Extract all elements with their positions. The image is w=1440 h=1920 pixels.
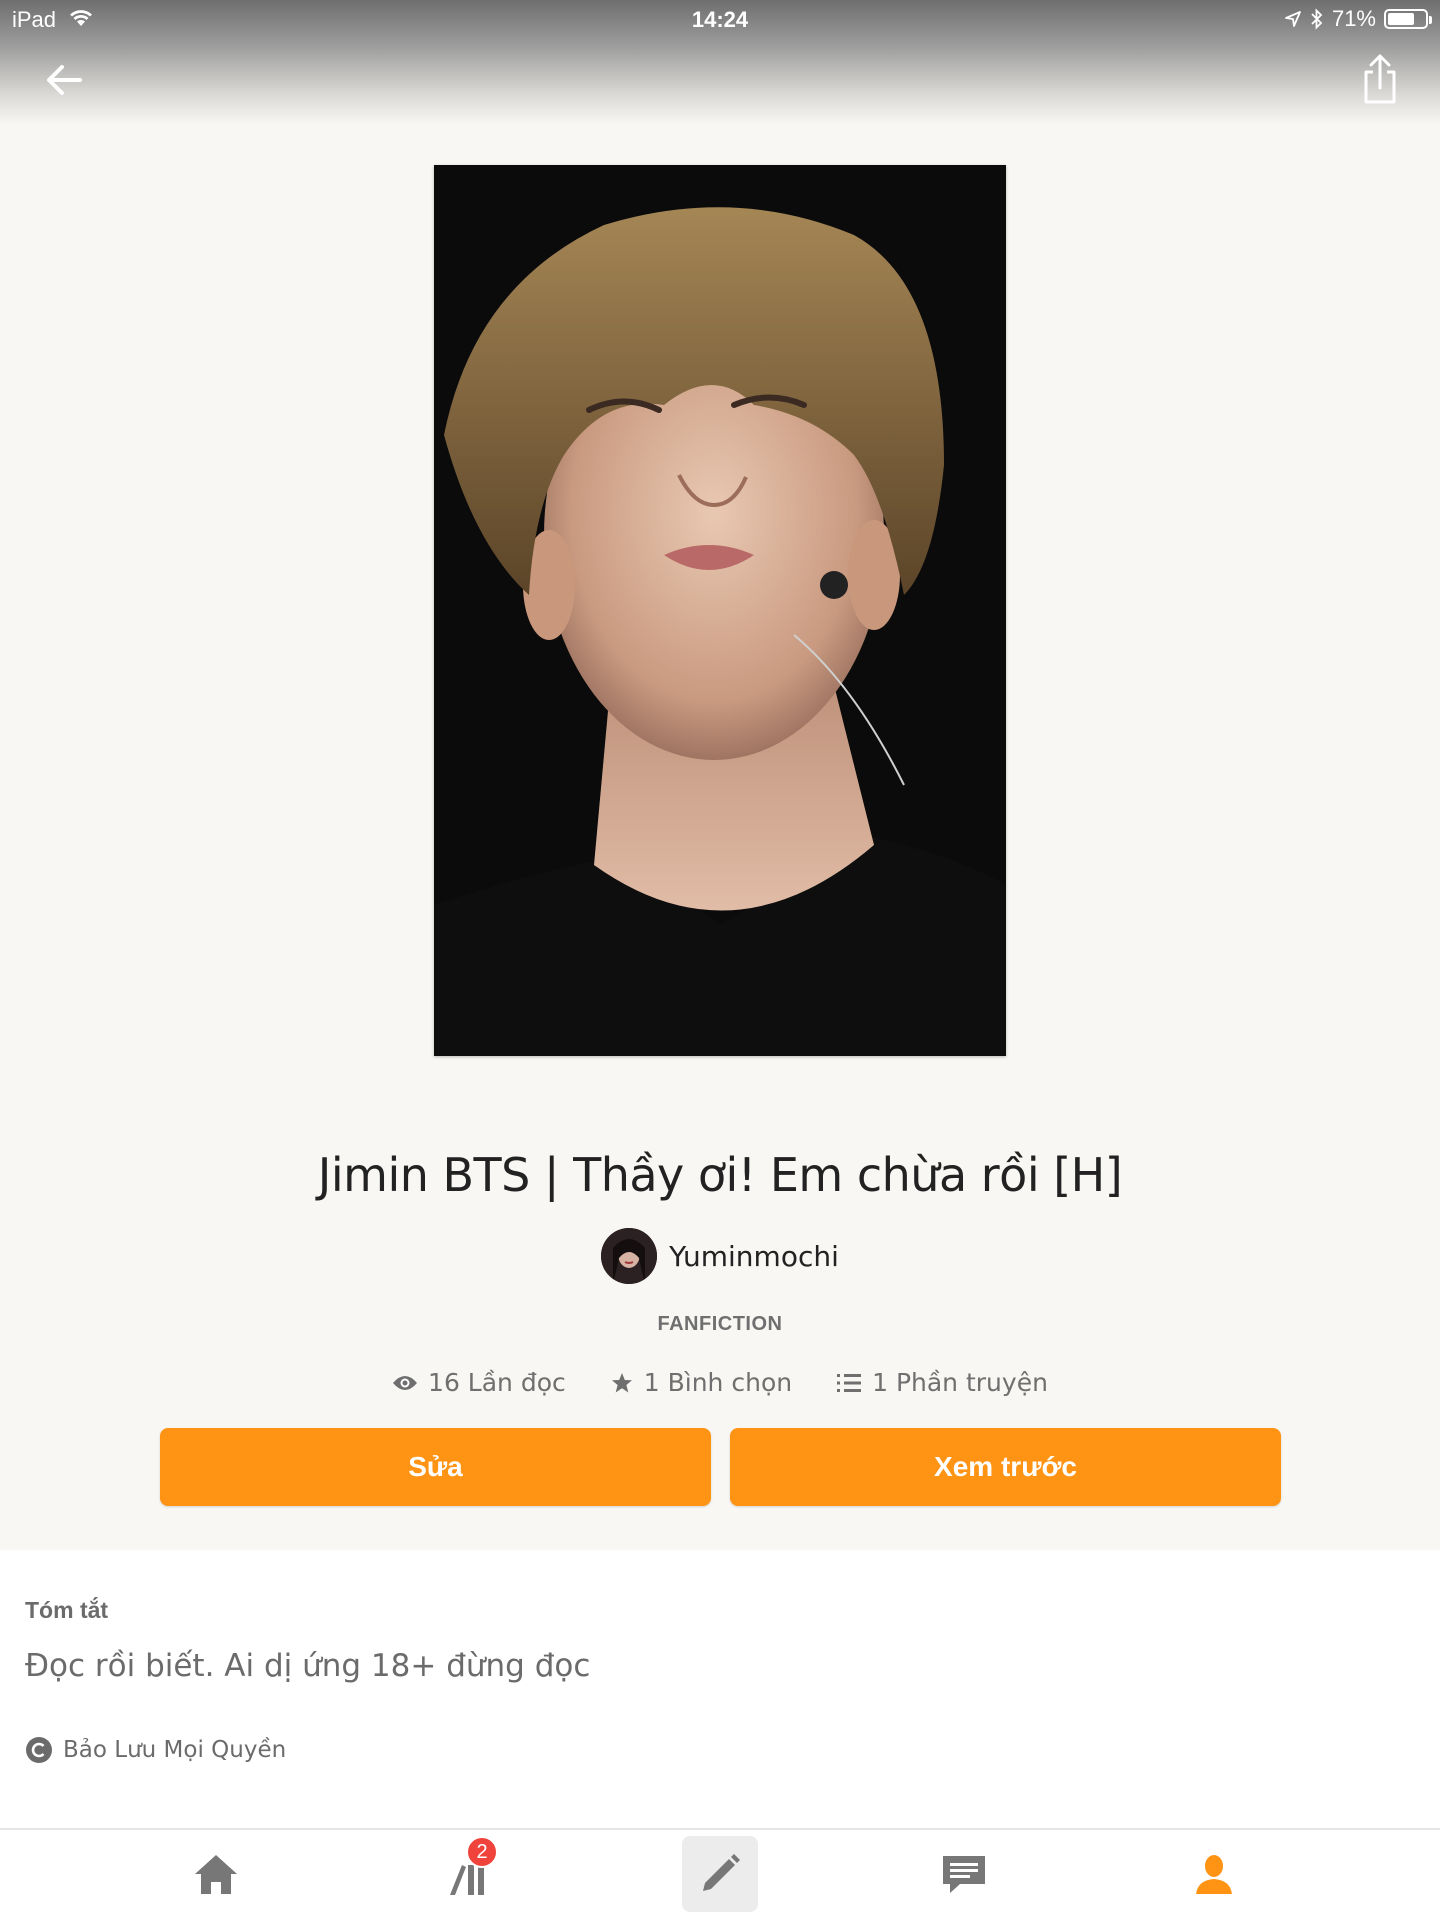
back-arrow-icon[interactable] [40, 55, 90, 105]
author-row[interactable]: Yuminmochi [0, 1228, 1440, 1284]
copyright-label: Bảo Lưu Mọi Quyền [63, 1737, 287, 1763]
cover-portrait [434, 165, 1006, 1056]
list-icon [837, 1373, 862, 1392]
parts-stat: 1 Phần truyện [836, 1368, 1048, 1397]
share-icon[interactable] [1356, 52, 1404, 108]
battery-percent: 71% [1331, 6, 1376, 31]
bottom-nav: 2 [0, 1828, 1440, 1920]
battery-fill [1388, 13, 1414, 25]
reads-count: 16 Lần đọc [428, 1368, 566, 1397]
home-icon [195, 1855, 237, 1894]
votes-stat: 1 Bình chọn [610, 1368, 792, 1397]
nav-library[interactable]: 2 [430, 1836, 506, 1912]
summary-section: Tóm tắt Đọc rồi biết. Ai dị ứng 18+ đừng… [0, 1550, 1440, 1828]
edit-button[interactable]: Sửa [160, 1428, 711, 1506]
reads-stat: 16 Lần đọc [392, 1368, 566, 1397]
status-bar: iPad 14:24 71% [0, 0, 1440, 40]
story-stats: 16 Lần đọc 1 Bình chọn 1 Phần truyện [0, 1368, 1440, 1397]
profile-icon [1196, 1855, 1232, 1894]
parts-count: 1 Phần truyện [872, 1368, 1048, 1397]
messages-icon [943, 1856, 985, 1893]
nav-home[interactable] [178, 1836, 254, 1912]
copyright-row: Bảo Lưu Mọi Quyền [25, 1736, 286, 1764]
author-avatar[interactable] [601, 1228, 658, 1284]
write-icon [703, 1854, 740, 1891]
status-right: 71% [1284, 6, 1432, 32]
nav-messages[interactable] [926, 1836, 1002, 1912]
summary-text: Đọc rồi biết. Ai dị ứng 18+ đừng đọc [25, 1648, 591, 1684]
battery-icon [1384, 9, 1432, 29]
votes-count: 1 Bình chọn [643, 1368, 793, 1397]
nav-profile[interactable] [1176, 1836, 1252, 1912]
author-name[interactable]: Yuminmochi [669, 1240, 839, 1273]
story-title: Jimin BTS | Thầy ơi! Em chừa rồi [H] [317, 1148, 1123, 1202]
bluetooth-icon [1311, 8, 1323, 30]
copyright-icon [26, 1737, 52, 1763]
clock: 14:24 [691, 7, 749, 32]
story-category: FANFICTION [657, 1313, 783, 1335]
star-icon [611, 1372, 632, 1392]
nav-write[interactable] [682, 1836, 758, 1912]
location-arrow-icon [1285, 11, 1301, 27]
eye-icon [393, 1375, 418, 1390]
library-badge: 2 [466, 1836, 498, 1868]
summary-heading: Tóm tắt [25, 1597, 109, 1623]
preview-button[interactable]: Xem trước [730, 1428, 1281, 1506]
story-cover-image [434, 165, 1006, 1056]
